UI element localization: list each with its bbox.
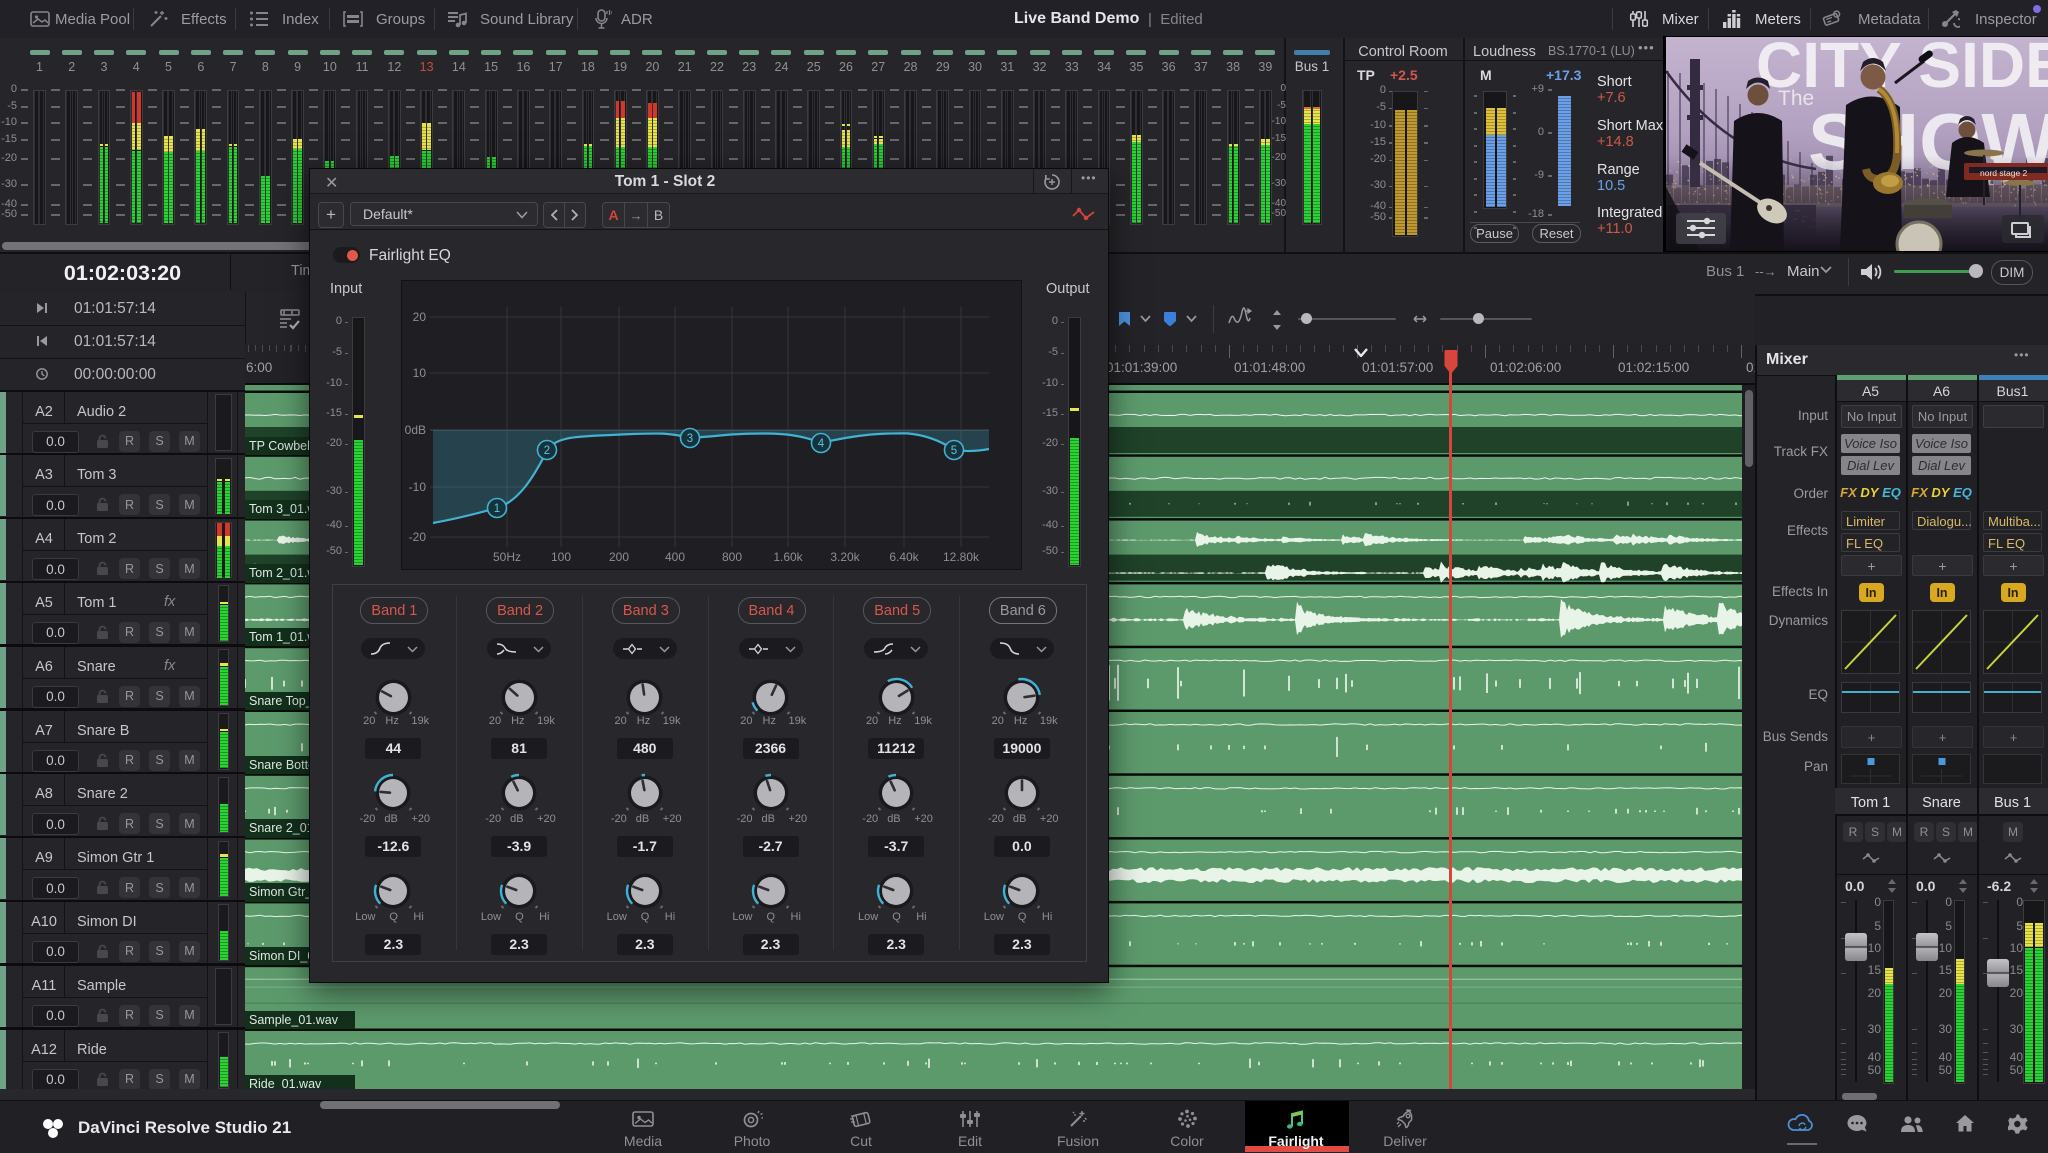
svg-text:4: 4	[818, 438, 825, 450]
svg-text:400: 400	[665, 550, 685, 564]
svg-text:3: 3	[687, 433, 693, 445]
svg-text:-10: -10	[409, 480, 427, 494]
svg-text:nord stage 2: nord stage 2	[1980, 168, 2028, 178]
svg-text:2: 2	[544, 445, 550, 457]
svg-text:200: 200	[609, 550, 629, 564]
svg-text:10: 10	[413, 366, 427, 380]
svg-text:12.80k: 12.80k	[943, 550, 980, 564]
svg-text:0dB: 0dB	[405, 423, 426, 437]
svg-text:1: 1	[494, 503, 500, 515]
svg-text:800: 800	[722, 550, 742, 564]
svg-text:50Hz: 50Hz	[493, 550, 521, 564]
svg-text:-20: -20	[409, 530, 427, 544]
svg-text:1.60k: 1.60k	[773, 550, 803, 564]
svg-text:100: 100	[551, 550, 571, 564]
svg-text:3.20k: 3.20k	[830, 550, 860, 564]
svg-text:20: 20	[413, 310, 427, 324]
svg-text:5: 5	[951, 445, 957, 457]
svg-text:6.40k: 6.40k	[889, 550, 919, 564]
